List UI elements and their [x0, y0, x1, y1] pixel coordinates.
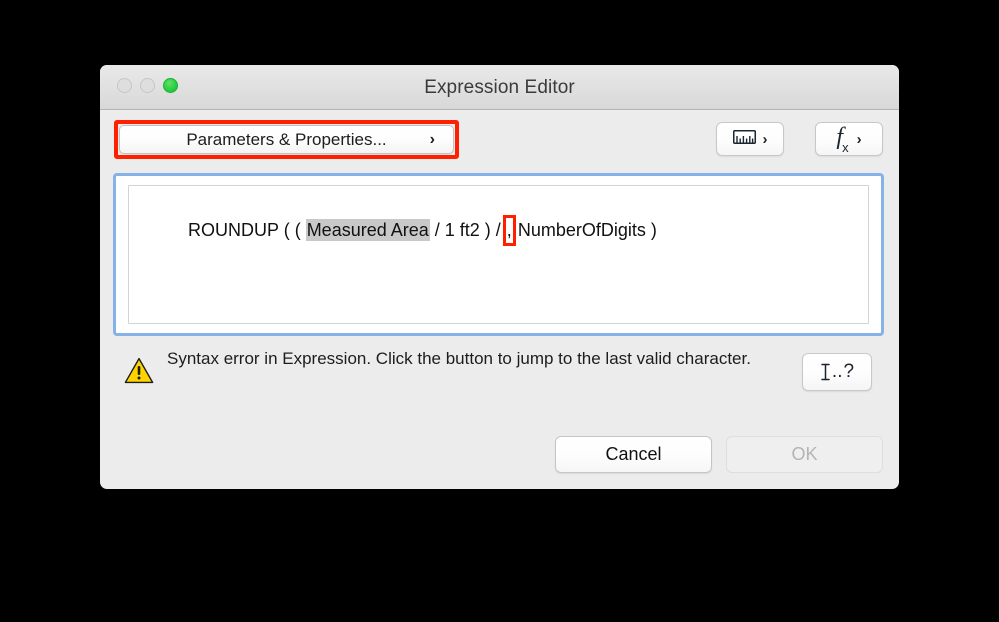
warning-triangle-icon — [124, 357, 154, 389]
expr-segment-suffix: NumberOfDigits ) — [512, 220, 657, 241]
expression-input-inner[interactable]: ROUNDUP ( ( Measured Area / 1 ft2 ) / , … — [128, 185, 869, 324]
expression-text: ROUNDUP ( ( Measured Area / 1 ft2 ) / , … — [138, 193, 859, 269]
warning-row: Syntax error in Expression. Click the bu… — [113, 347, 884, 409]
expr-segment-prefix: ROUNDUP ( ( — [188, 220, 306, 241]
chevron-right-icon: › — [429, 130, 435, 148]
warning-message: Syntax error in Expression. Click the bu… — [167, 349, 751, 368]
cancel-button[interactable]: Cancel — [555, 436, 712, 473]
ruler-icon — [732, 129, 756, 149]
chevron-right-icon: › — [762, 130, 768, 148]
toolbar: Parameters & Properties... › › fx › — [100, 110, 899, 168]
expr-token-measured-area[interactable]: Measured Area — [305, 219, 430, 242]
jump-glyph-question: ? — [843, 361, 855, 382]
expression-field-region: ROUNDUP ( ( Measured Area / 1 ft2 ) / , … — [113, 173, 884, 336]
parameters-properties-button[interactable]: Parameters & Properties... › — [119, 125, 454, 154]
fx-icon: fx — [836, 123, 849, 156]
parameters-properties-label: Parameters & Properties... — [186, 129, 387, 149]
expression-input[interactable]: ROUNDUP ( ( Measured Area / 1 ft2 ) / , … — [113, 173, 884, 336]
chevron-right-icon: › — [856, 130, 862, 148]
text-cursor-icon: ..? — [820, 361, 854, 383]
dialog-footer: Cancel OK — [555, 436, 883, 473]
expression-editor-window: Expression Editor Parameters & Propertie… — [100, 65, 899, 489]
fx-subscript: x — [842, 140, 849, 156]
jump-glyph-dots: .. — [831, 361, 843, 382]
red-annotation-box-comma: , — [502, 215, 516, 247]
jump-to-last-valid-character-button[interactable]: ..? — [802, 353, 872, 391]
ok-button: OK — [726, 436, 883, 473]
parameters-properties-region: Parameters & Properties... › — [114, 120, 459, 159]
units-ruler-button[interactable]: › — [716, 122, 784, 156]
expr-segment-middle: / 1 ft2 ) / — [429, 220, 506, 241]
function-button[interactable]: fx › — [815, 122, 883, 156]
window-title: Expression Editor — [424, 77, 575, 98]
window-titlebar: Expression Editor — [100, 65, 899, 110]
